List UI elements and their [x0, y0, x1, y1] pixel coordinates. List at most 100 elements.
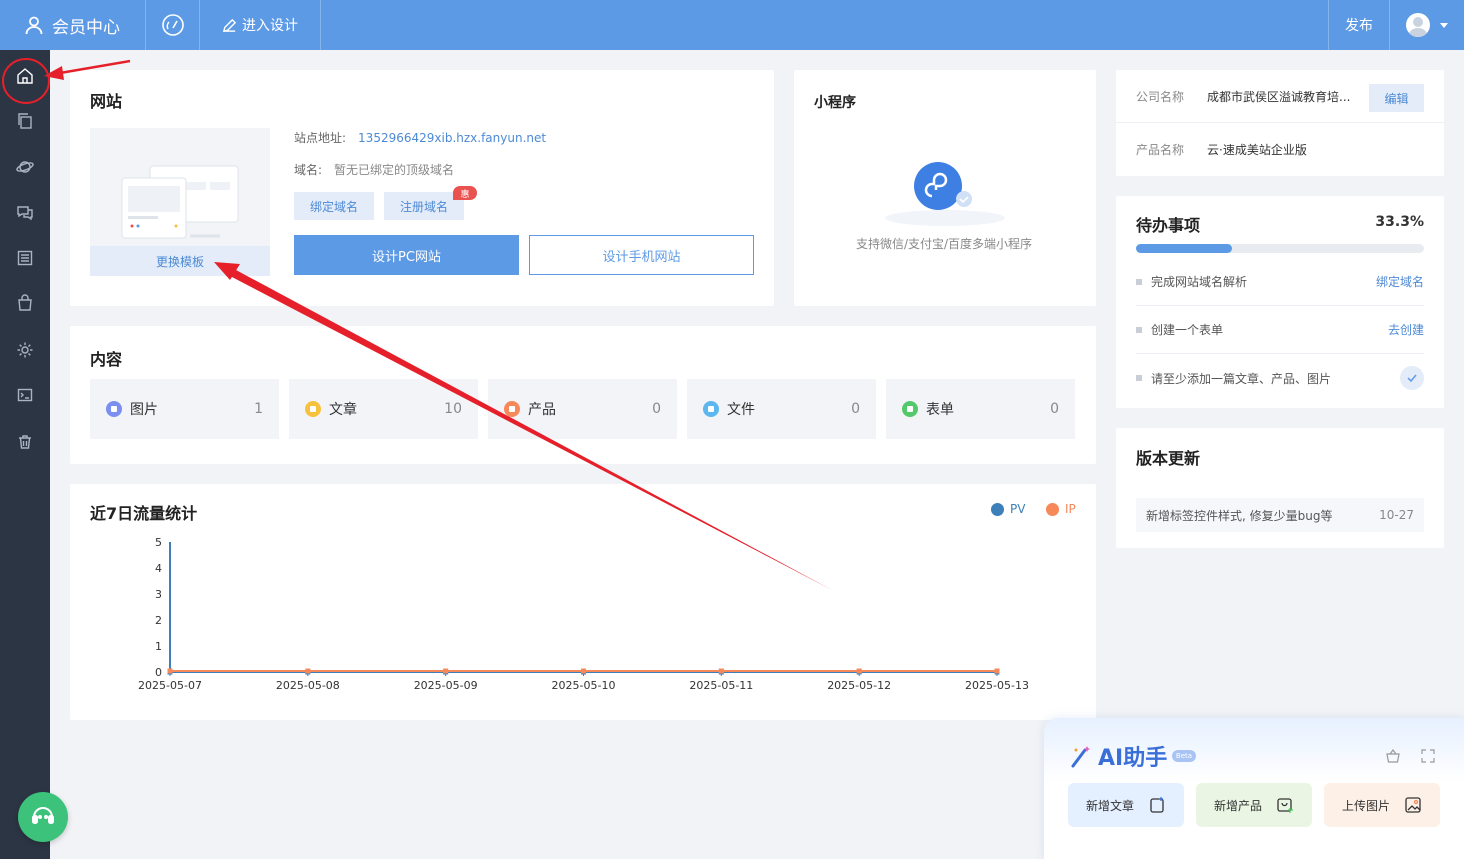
user-menu[interactable]	[1390, 0, 1464, 50]
todo-progress-fill	[1136, 244, 1232, 253]
version-update-card: 版本更新 新增标签控件样式, 修复少量bug等 10-27	[1116, 428, 1444, 548]
todo-item: 完成网站域名解析 绑定域名	[1136, 258, 1424, 306]
y-tick-label: 2	[155, 614, 162, 627]
data-point-ip	[856, 668, 862, 674]
pages-icon	[18, 113, 32, 129]
register-domain-button[interactable]: 注册域名	[384, 192, 464, 220]
domain-row: 域名: 暂无已绑定的顶级域名	[294, 161, 454, 178]
ai-upload-image-button[interactable]: 上传图片	[1324, 783, 1440, 827]
y-tick-label: 5	[155, 536, 162, 549]
folder-icon	[703, 401, 719, 417]
sidebar-item-trash[interactable]	[0, 420, 50, 464]
change-template-button[interactable]: 更换模板	[90, 246, 270, 276]
publish-button[interactable]: 发布	[1328, 0, 1390, 50]
todo-action-link[interactable]: 绑定域名	[1376, 273, 1424, 290]
headset-chat-icon	[32, 807, 54, 824]
customer-service-button[interactable]	[18, 792, 68, 842]
x-tick-label: 2025-05-07	[138, 679, 202, 692]
ai-new-product-button[interactable]: 新增产品	[1196, 783, 1312, 827]
bullet-icon	[1136, 278, 1142, 285]
content-stat-forms[interactable]: 表单 0	[886, 379, 1075, 439]
x-tick-label: 2025-05-09	[414, 679, 478, 692]
form-icon	[902, 401, 918, 417]
product-name-row: 产品名称 云·速成美站企业版	[1116, 123, 1444, 176]
planet-icon	[16, 161, 34, 173]
data-point-ip	[581, 668, 586, 674]
site-address-link[interactable]: 1352966429xib.hzx.fanyun.net	[358, 131, 546, 145]
product-name-value: 云·速成美站企业版	[1207, 143, 1307, 157]
sidebar-item-planet[interactable]	[0, 145, 50, 189]
todo-item: 创建一个表单 去创建	[1136, 306, 1424, 354]
top-bar: 会员中心 进入设计 发布	[0, 0, 1464, 50]
ai-title: AI助手	[1098, 746, 1168, 771]
content-stat-files[interactable]: 文件 0	[687, 379, 876, 439]
stat-label: 图片	[130, 402, 158, 418]
stat-label: 表单	[926, 402, 954, 418]
basket-icon[interactable]	[1386, 749, 1400, 763]
beta-badge: Beta	[1172, 750, 1196, 762]
todo-action-link[interactable]: 去创建	[1388, 321, 1424, 338]
ai-new-article-button[interactable]: 新增文章	[1068, 783, 1184, 827]
sidebar-item-shop[interactable]	[0, 281, 50, 325]
mini-program-description: 支持微信/支付宝/百度多端小程序	[855, 237, 1033, 251]
stat-count: 0	[851, 401, 860, 417]
update-date: 10-27	[1379, 508, 1414, 522]
sidebar-item-list[interactable]	[0, 236, 50, 280]
stat-count: 1	[254, 401, 263, 417]
dashboard-speed-button[interactable]	[146, 0, 200, 50]
gear-icon	[17, 342, 33, 358]
x-tick-label: 2025-05-11	[689, 679, 753, 692]
stat-count: 10	[444, 401, 462, 417]
sidebar-item-settings[interactable]	[0, 328, 50, 372]
sidebar-item-terminal[interactable]	[0, 373, 50, 417]
x-tick-label: 2025-05-08	[276, 679, 340, 692]
template-preview: 更换模板	[90, 128, 270, 276]
design-mobile-button[interactable]: 设计手机网站	[529, 235, 754, 275]
data-point-ip	[167, 668, 173, 674]
bullet-icon	[1136, 375, 1142, 381]
edit-company-button[interactable]: 编辑	[1369, 84, 1424, 112]
company-card: 公司名称 成都市武侯区溢诚教育培... 编辑 产品名称 云·速成美站企业版	[1116, 70, 1444, 176]
y-tick-label: 1	[155, 640, 162, 653]
check-icon	[1400, 366, 1424, 390]
y-tick-label: 0	[155, 666, 162, 679]
bind-domain-button[interactable]: 绑定域名	[294, 192, 374, 220]
sidebar-item-messages[interactable]	[0, 190, 50, 234]
enter-design-button[interactable]: 进入设计	[200, 0, 321, 50]
site-address-row: 站点地址: 1352966429xib.hzx.fanyun.net	[294, 129, 546, 146]
content-stat-articles[interactable]: 文章 10	[289, 379, 478, 439]
trash-icon	[19, 435, 31, 449]
template-illustration	[121, 165, 239, 239]
domain-value: 暂无已绑定的顶级域名	[334, 163, 455, 177]
todo-item: 请至少添加一篇文章、产品、图片	[1136, 354, 1424, 402]
data-point-ip	[443, 668, 449, 674]
content-stat-products[interactable]: 产品 0	[488, 379, 677, 439]
ai-button-label: 上传图片	[1342, 798, 1391, 813]
update-item[interactable]: 新增标签控件样式, 修复少量bug等 10-27	[1136, 498, 1424, 532]
todo-text: 创建一个表单	[1151, 323, 1224, 337]
stat-label: 产品	[528, 402, 556, 418]
mini-program-title: 小程序	[814, 95, 856, 111]
sidebar	[0, 50, 50, 859]
list-icon	[17, 250, 33, 266]
design-pc-button[interactable]: 设计PC网站	[294, 235, 519, 275]
site-address-label: 站点地址:	[294, 131, 347, 145]
content-stat-images[interactable]: 图片 1	[90, 379, 279, 439]
traffic-chart: 0 1 2 3 4 5 2025-05-07 2025-05-08 2025-05-09 2025…	[138, 536, 1029, 692]
y-tick-label: 3	[155, 588, 162, 601]
ai-button-label: 新增产品	[1214, 798, 1263, 813]
domain-label: 域名:	[294, 163, 323, 177]
todo-card: 待办事项 33.3% 完成网站域名解析 绑定域名 创建一个表单 去创建 请至少添…	[1116, 196, 1444, 408]
stat-count: 0	[652, 401, 661, 417]
member-center-link[interactable]: 会员中心	[0, 0, 146, 50]
shopping-bag-icon	[18, 294, 32, 311]
chat-bubble-icon	[17, 206, 33, 221]
version-update-title: 版本更新	[1136, 449, 1201, 468]
user-icon	[25, 16, 43, 35]
data-point-ip	[718, 668, 724, 674]
ai-assistant-panel: AI助手 Beta 新增文章 新增产品 上传图片	[1044, 718, 1464, 859]
data-point-ip	[305, 668, 311, 674]
traffic-card: 近7日流量统计 PV IP 0 1 2 3 4 5 2025-05-07 2025-05-08…	[70, 484, 1096, 720]
fullscreen-icon[interactable]	[1421, 749, 1435, 763]
promo-badge: 惠	[453, 186, 477, 200]
